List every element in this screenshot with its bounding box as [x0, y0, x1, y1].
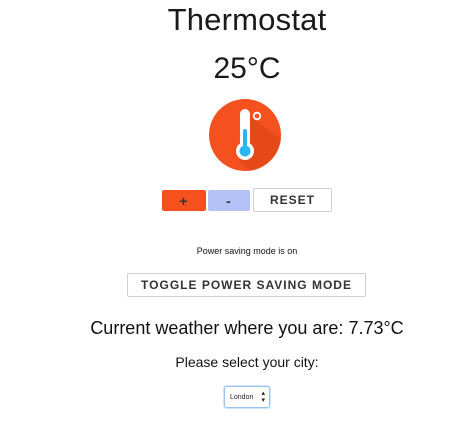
city-select[interactable]: London ▴︎ ▾︎	[224, 386, 270, 408]
increase-temperature-button[interactable]: +	[162, 190, 206, 211]
reset-button[interactable]: RESET	[253, 188, 332, 212]
toggle-power-saving-button[interactable]: TOGGLE POWER SAVING MODE	[127, 273, 366, 297]
temperature-display: 25°C	[213, 52, 281, 85]
decrease-temperature-button[interactable]: -	[208, 190, 250, 211]
power-saving-status: Power saving mode is on	[196, 246, 298, 256]
thermostat-page: Thermostat 25°C + - RESET Power saving m…	[0, 0, 474, 428]
city-select-label: Please select your city:	[175, 354, 319, 370]
current-weather-text: Current weather where you are: 7.73°C	[90, 318, 404, 338]
chevron-updown-icon: ▴︎ ▾︎	[261, 390, 265, 404]
thermometer-icon-graphic	[209, 99, 281, 171]
thermometer-mercury-bulb	[239, 145, 251, 157]
thermometer-icon	[209, 99, 281, 171]
page-title: Thermostat	[167, 2, 327, 37]
city-select-value: London	[230, 393, 254, 401]
